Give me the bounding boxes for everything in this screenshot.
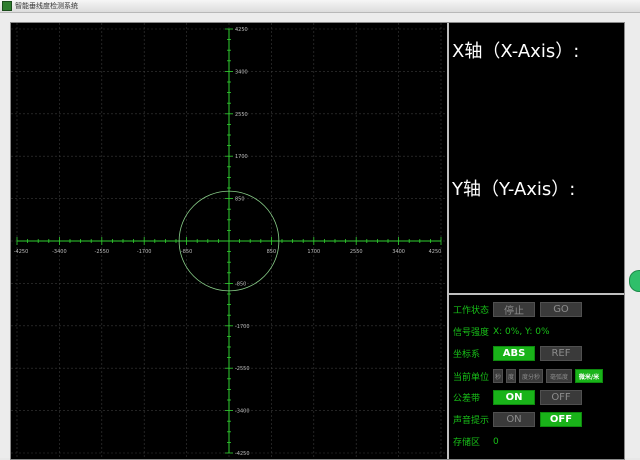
ref-button[interactable]: REF bbox=[540, 346, 582, 361]
unit-label: 当前单位 bbox=[453, 372, 490, 383]
side-expand-tab[interactable] bbox=[629, 270, 640, 292]
storage-label: 存储区 bbox=[453, 438, 481, 448]
unit-row: 当前单位 秒 度 度分秒 毫弧度 微米/米 bbox=[453, 369, 606, 383]
app-icon bbox=[2, 1, 12, 11]
coord-label: 坐标系 bbox=[453, 350, 481, 360]
y-axis-tick-label: 3400 bbox=[235, 69, 248, 75]
abs-button[interactable]: ABS bbox=[493, 346, 535, 361]
x-axis-tick-label: -2550 bbox=[95, 249, 110, 255]
signal-label: 信号强度 bbox=[453, 328, 490, 338]
tolerance-label: 公差带 bbox=[453, 394, 481, 404]
x-axis-tick-label: 1700 bbox=[307, 249, 320, 255]
x-axis-tick-label: -850 bbox=[181, 249, 192, 255]
y-axis-tick-label: -1700 bbox=[235, 324, 250, 330]
unit-degree-button[interactable]: 度 bbox=[506, 369, 516, 383]
deviation-plot: -4250 -3400 -2550 -1700 -850 850 1700 2550 3400 4… bbox=[11, 23, 447, 459]
signal-row: 信号强度 X: 0%, Y: 0% bbox=[453, 325, 550, 339]
sound-label: 声音提示 bbox=[453, 416, 490, 426]
axis-readout-panel bbox=[449, 23, 624, 293]
y-axis-tick-label: 1700 bbox=[235, 154, 248, 160]
sound-on-button[interactable]: ON bbox=[493, 412, 535, 427]
y-axis-tick-label: 2550 bbox=[235, 112, 248, 118]
x-axis-readout-label: X轴（X-Axis）: bbox=[452, 41, 580, 62]
x-axis-tick-label: 2550 bbox=[350, 249, 363, 255]
window-title: 智能垂线度检测系统 bbox=[15, 2, 78, 10]
y-axis-tick-label: -3400 bbox=[235, 409, 250, 415]
tolerance-on-button[interactable]: ON bbox=[493, 390, 535, 405]
x-axis-tick-label: 3400 bbox=[392, 249, 405, 255]
unit-um-per-m-button[interactable]: 微米/米 bbox=[575, 369, 603, 383]
unit-mrad-button[interactable]: 毫弧度 bbox=[546, 369, 572, 383]
go-button[interactable]: GO bbox=[540, 302, 582, 317]
coord-row: 坐标系 ABS REF bbox=[453, 346, 587, 361]
storage-row: 存储区 0 bbox=[453, 435, 499, 449]
x-axis-tick-label: -1700 bbox=[137, 249, 152, 255]
stop-button[interactable]: 停止 bbox=[493, 302, 535, 317]
status-label: 工作状态 bbox=[453, 306, 490, 316]
tolerance-off-button[interactable]: OFF bbox=[540, 390, 582, 405]
y-axis-tick-label: 4250 bbox=[235, 27, 248, 33]
sound-row: 声音提示 ON OFF bbox=[453, 412, 587, 427]
y-axis-tick-label: -850 bbox=[235, 281, 246, 287]
y-axis-readout-label: Y轴（Y-Axis）: bbox=[452, 179, 576, 200]
signal-value: X: 0%, Y: 0% bbox=[493, 326, 550, 337]
tolerance-row: 公差带 ON OFF bbox=[453, 390, 587, 405]
x-axis-tick-label: 850 bbox=[267, 249, 277, 255]
storage-value: 0 bbox=[493, 436, 499, 447]
status-row: 工作状态 停止 GO bbox=[453, 302, 587, 317]
y-axis-tick-label: -4250 bbox=[235, 451, 250, 457]
app-window: 智能垂线度检测系统 -4250 -3400 -2550 -1700 -850 850 170… bbox=[0, 0, 640, 460]
y-axis-tick-label: -2550 bbox=[235, 366, 250, 372]
title-bar[interactable]: 智能垂线度检测系统 bbox=[0, 0, 640, 13]
x-axis-tick-label: -4250 bbox=[14, 249, 29, 255]
x-axis-tick-label: 4250 bbox=[429, 249, 442, 255]
x-axis-tick-label: -3400 bbox=[52, 249, 67, 255]
unit-second-button[interactable]: 秒 bbox=[493, 369, 503, 383]
unit-dms-button[interactable]: 度分秒 bbox=[519, 369, 543, 383]
sound-off-button[interactable]: OFF bbox=[540, 412, 582, 427]
y-axis-tick-label: 850 bbox=[235, 197, 245, 203]
